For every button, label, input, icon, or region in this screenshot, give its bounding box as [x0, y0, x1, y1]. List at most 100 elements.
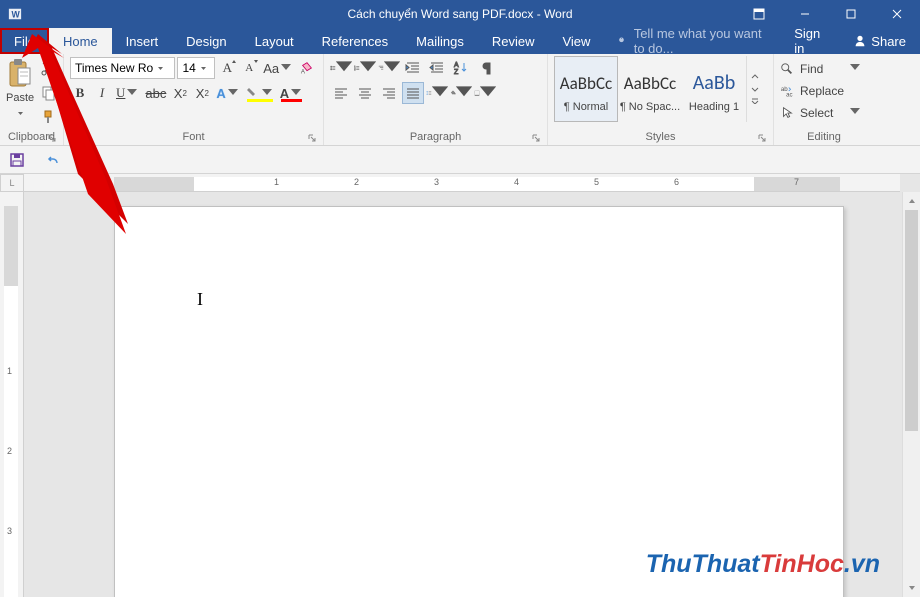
tell-me-search[interactable]: Tell me what you want to do... — [604, 28, 780, 54]
numbering-button[interactable]: 123 — [354, 57, 376, 79]
tab-selector[interactable]: L — [0, 174, 24, 192]
shrink-font-button[interactable]: A — [239, 57, 259, 79]
style-normal[interactable]: AaBbCc ¶ Normal — [554, 56, 618, 122]
vertical-ruler[interactable]: 1 2 3 — [0, 192, 24, 597]
editing-group-label: Editing — [807, 131, 841, 143]
replace-icon: abac — [780, 84, 794, 98]
highlight-button[interactable] — [244, 82, 276, 104]
sort-button[interactable]: AZ — [450, 57, 472, 79]
styles-more-button[interactable] — [746, 56, 762, 122]
tab-design[interactable]: Design — [172, 28, 240, 54]
grow-font-button[interactable]: A — [217, 57, 237, 79]
search-icon — [780, 62, 794, 76]
ribbon-display-options-button[interactable] — [736, 0, 782, 28]
bullets-button[interactable] — [330, 57, 352, 79]
paste-button[interactable]: Paste — [6, 56, 34, 122]
tab-file[interactable]: File — [0, 28, 49, 54]
share-button[interactable]: Share — [839, 28, 920, 54]
text-cursor: I — [197, 289, 198, 309]
style-heading-1[interactable]: AaBb Heading 1 — [682, 56, 746, 122]
tab-home[interactable]: Home — [49, 28, 112, 54]
select-label: Select — [800, 106, 833, 120]
scroll-thumb[interactable] — [905, 210, 918, 431]
tab-review[interactable]: Review — [478, 28, 549, 54]
title-bar: W Cách chuyển Word sang PDF.docx - Word — [0, 0, 920, 28]
svg-text:A: A — [301, 68, 306, 75]
align-left-button[interactable] — [330, 82, 352, 104]
undo-icon — [46, 153, 60, 167]
watermark-part3: .vn — [844, 550, 880, 578]
styles-launcher[interactable] — [757, 133, 767, 143]
word-app-icon: W — [8, 7, 22, 21]
tab-view[interactable]: View — [548, 28, 604, 54]
cut-button[interactable] — [37, 58, 59, 80]
save-icon — [10, 153, 24, 167]
highlighter-icon — [246, 86, 260, 100]
multilevel-list-button[interactable] — [378, 57, 400, 79]
maximize-button[interactable] — [828, 0, 874, 28]
tab-references[interactable]: References — [308, 28, 402, 54]
align-right-button[interactable] — [378, 82, 400, 104]
format-painter-button[interactable] — [37, 106, 59, 128]
svg-text:W: W — [12, 10, 21, 20]
tab-mailings[interactable]: Mailings — [402, 28, 478, 54]
scroll-down-button[interactable] — [903, 579, 920, 597]
svg-text:A: A — [454, 62, 459, 69]
superscript-button[interactable]: X2 — [192, 82, 212, 104]
signin-link[interactable]: Sign in — [780, 28, 839, 54]
clear-formatting-button[interactable]: A — [297, 57, 317, 79]
italic-button[interactable]: I — [92, 82, 112, 104]
tab-layout[interactable]: Layout — [241, 28, 308, 54]
borders-button[interactable] — [474, 82, 496, 104]
svg-text:Z: Z — [454, 69, 459, 76]
underline-button[interactable]: U — [114, 82, 141, 104]
watermark-part2: TinHoc — [760, 550, 844, 578]
font-name-value: Times New Ro — [75, 61, 153, 75]
document-area: L 1 2 3 4 5 6 7 1 2 3 I — [0, 174, 920, 597]
font-name-combo[interactable]: Times New Ro — [70, 57, 175, 79]
shading-button[interactable] — [450, 82, 472, 104]
style-preview: AaBbCc — [624, 65, 676, 101]
tab-insert[interactable]: Insert — [112, 28, 173, 54]
styles-gallery[interactable]: AaBbCc ¶ Normal AaBbCc ¶ No Spac... AaBb… — [554, 56, 767, 122]
line-spacing-button[interactable] — [426, 82, 448, 104]
vertical-scrollbar[interactable] — [902, 192, 920, 597]
scroll-up-button[interactable] — [903, 192, 920, 210]
change-case-button[interactable]: Aa — [261, 57, 295, 79]
undo-button[interactable] — [44, 151, 62, 169]
strikethrough-button[interactable]: abc — [143, 82, 168, 104]
save-button[interactable] — [8, 151, 26, 169]
tell-me-placeholder: Tell me what you want to do... — [634, 26, 767, 56]
find-label: Find — [800, 62, 823, 76]
paragraph-launcher[interactable] — [531, 133, 541, 143]
replace-button[interactable]: abacReplace — [780, 80, 868, 101]
style-no-spacing[interactable]: AaBbCc ¶ No Spac... — [618, 56, 682, 122]
font-size-combo[interactable]: 14 — [177, 57, 215, 79]
justify-button[interactable] — [402, 82, 424, 104]
copy-button[interactable] — [37, 82, 59, 104]
select-button[interactable]: Select — [780, 102, 868, 123]
close-button[interactable] — [874, 0, 920, 28]
subscript-button[interactable]: X2 — [170, 82, 190, 104]
increase-indent-button[interactable] — [426, 57, 448, 79]
font-launcher[interactable] — [307, 133, 317, 143]
document-page[interactable]: I — [114, 206, 844, 597]
horizontal-ruler[interactable]: 1 2 3 4 5 6 7 — [24, 174, 900, 192]
minimize-button[interactable] — [782, 0, 828, 28]
scissors-icon — [40, 61, 56, 77]
bold-button[interactable]: B — [70, 82, 90, 104]
show-paragraph-marks-button[interactable] — [474, 57, 496, 79]
font-color-button[interactable]: A — [278, 82, 305, 104]
text-effects-button[interactable]: A — [214, 82, 241, 104]
font-size-value: 14 — [182, 61, 195, 75]
redo-button[interactable] — [80, 151, 98, 169]
clipboard-launcher[interactable] — [47, 133, 57, 143]
quick-access-toolbar — [0, 146, 920, 174]
paste-label: Paste — [6, 92, 34, 104]
window-title: Cách chuyển Word sang PDF.docx - Word — [348, 7, 573, 21]
find-button[interactable]: Find — [780, 58, 868, 79]
align-center-button[interactable] — [354, 82, 376, 104]
style-name: ¶ No Spac... — [620, 101, 680, 113]
svg-text:ac: ac — [786, 91, 792, 98]
decrease-indent-button[interactable] — [402, 57, 424, 79]
